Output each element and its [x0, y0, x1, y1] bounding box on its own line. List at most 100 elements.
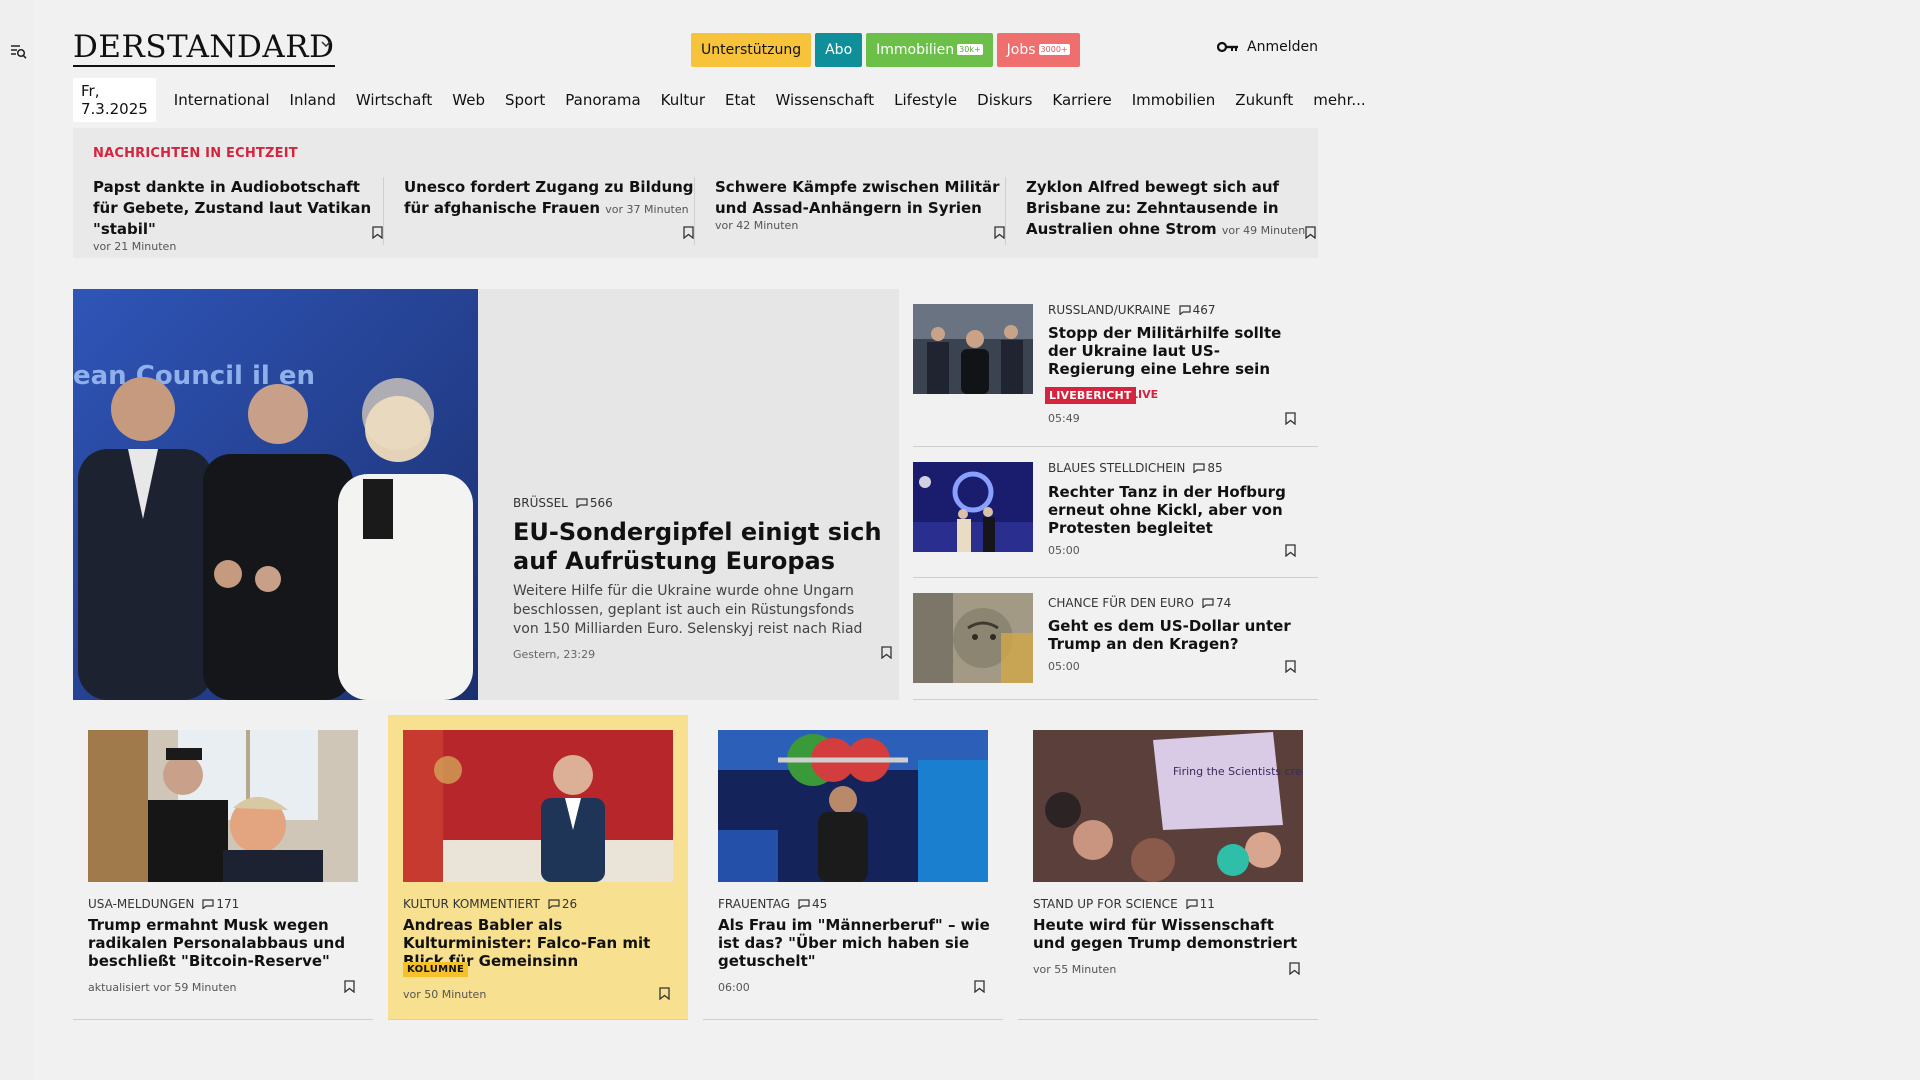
side-title[interactable]: Stopp der Militärhilfe sollte der Ukrain…	[1048, 324, 1303, 378]
side-article-image[interactable]	[913, 593, 1033, 683]
bookmark-icon[interactable]	[881, 646, 892, 659]
key-icon	[1217, 41, 1239, 53]
search-menu-icon[interactable]	[10, 43, 27, 60]
side-article[interactable]: RUSSLAND/UKRAINE 467 Stopp der Militärhil…	[913, 289, 1318, 447]
nav-item-kultur[interactable]: Kultur	[661, 91, 705, 109]
ticker-item[interactable]: Unesco fordert Zugang zu Bildung für afg…	[383, 177, 694, 245]
ticker-headline: Papst dankte in Audiobotschaft für Gebet…	[93, 178, 372, 238]
ticker-headline: Zyklon Alfred bewegt sich auf Brisbane z…	[1026, 178, 1306, 238]
card-image[interactable]	[88, 730, 358, 882]
comment-icon	[1193, 463, 1205, 473]
card-time: aktualisiert vor 59 Minuten	[88, 981, 237, 994]
side-article[interactable]: BLAUES STELLDICHEIN 85 Rechter Tanz in de…	[913, 447, 1318, 578]
ticker-time: vor 49 Minuten	[1221, 224, 1306, 237]
support-button[interactable]: Unterstützung	[691, 33, 812, 67]
nav-item-inland[interactable]: Inland	[290, 91, 336, 109]
card-image[interactable]	[403, 730, 673, 882]
current-date: Fr, 7.3.2025	[73, 78, 156, 122]
bookmark-icon[interactable]	[1285, 544, 1296, 557]
nav-item-sport[interactable]: Sport	[505, 91, 545, 109]
live-indicator: LIVE	[1131, 388, 1159, 401]
comment-icon	[1202, 598, 1214, 608]
card-image[interactable]: Firing the Scientists creates a SHIT STO…	[1033, 730, 1303, 882]
nav-item-etat[interactable]: Etat	[725, 91, 755, 109]
side-time: 05:00	[1048, 660, 1080, 673]
side-comment-count: 74	[1215, 596, 1232, 610]
card-kicker: USA-MELDUNGEN 171	[88, 897, 240, 911]
bookmark-icon[interactable]	[659, 987, 670, 1000]
nav-item-diskurs[interactable]: Diskurs	[977, 91, 1032, 109]
article-card[interactable]: FRAUENTAG 45 Als Frau im "Männerberuf" – …	[703, 715, 1003, 1020]
side-title[interactable]: Rechter Tanz in der Hofburg erneut ohne …	[1048, 483, 1303, 537]
bookmark-icon[interactable]	[372, 226, 383, 239]
nav-item-wirtschaft[interactable]: Wirtschaft	[356, 91, 432, 109]
bookmark-icon[interactable]	[974, 980, 985, 993]
ticker-item[interactable]: Zyklon Alfred bewegt sich auf Brisbane z…	[1005, 177, 1316, 245]
ticker-headline: Schwere Kämpfe zwischen Militär und Assa…	[715, 178, 1000, 217]
nav-item-immobilien[interactable]: Immobilien	[1132, 91, 1216, 109]
abo-button[interactable]: Abo	[815, 33, 863, 67]
immobilien-button[interactable]: Immobilien 30k+	[866, 33, 993, 67]
bookmark-icon[interactable]	[1289, 962, 1300, 975]
hero-image[interactable]: ean Council il en	[73, 289, 478, 700]
section-nav: Fr, 7.3.2025 International Inland Wirtsc…	[73, 78, 1386, 122]
site-logo[interactable]: DERSTANDARD	[73, 30, 335, 67]
side-article[interactable]: CHANCE FÜR DEN EURO 74 Geht es dem US-Dol…	[913, 578, 1318, 700]
side-title[interactable]: Geht es dem US-Dollar unter Trump an den…	[1048, 617, 1303, 653]
side-comment-count: 467	[1192, 303, 1216, 317]
side-article-image[interactable]	[913, 462, 1033, 552]
bookmark-icon[interactable]	[683, 226, 694, 239]
hero-time: Gestern, 23:29	[513, 648, 596, 661]
bookmark-icon[interactable]	[1305, 226, 1316, 239]
jobs-button[interactable]: Jobs 3000+	[996, 33, 1080, 67]
ticker-item[interactable]: Schwere Kämpfe zwischen Militär und Assa…	[694, 177, 1005, 245]
login-label: Anmelden	[1247, 39, 1318, 55]
ticker-item[interactable]: Papst dankte in Audiobotschaft für Gebet…	[93, 177, 383, 253]
article-card[interactable]: KULTUR KOMMENTIERT 26 Andreas Babler als …	[388, 715, 688, 1020]
bookmark-icon[interactable]	[1285, 660, 1296, 673]
card-time: vor 55 Minuten	[1033, 963, 1117, 976]
realtime-news-ticker: NACHRICHTEN IN ECHTZEIT Papst dankte in …	[73, 128, 1318, 258]
nav-item-web[interactable]: Web	[452, 91, 485, 109]
hero-lead: Weitere Hilfe für die Ukraine wurde ohne…	[513, 583, 863, 637]
immobilien-badge: 30k+	[957, 44, 983, 55]
card-title[interactable]: Als Frau im "Männerberuf" – wie ist das?…	[718, 916, 993, 970]
nav-item-lifestyle[interactable]: Lifestyle	[894, 91, 957, 109]
bookmark-icon[interactable]	[1285, 412, 1296, 425]
article-card[interactable]: Firing the Scientists creates a SHIT STO…	[1018, 715, 1318, 1020]
card-comment-count: 26	[561, 897, 578, 911]
jobs-badge: 3000+	[1038, 44, 1070, 55]
bookmark-icon[interactable]	[344, 980, 355, 993]
ticker-time: vor 37 Minuten	[605, 203, 689, 216]
immobilien-label: Immobilien	[876, 42, 955, 58]
hero-article[interactable]: ean Council il en BRÜSSEL 566 EU-Sondergi…	[73, 289, 899, 700]
hero-comment-count: 566	[589, 496, 613, 510]
comment-icon	[576, 498, 588, 508]
card-title[interactable]: Trump ermahnt Musk wegen radikalen Perso…	[88, 916, 363, 970]
card-comment-count: 11	[1199, 897, 1215, 911]
ticker-time: vor 42 Minuten	[715, 219, 799, 232]
card-title[interactable]: Heute wird für Wissenschaft und gegen Tr…	[1033, 916, 1308, 952]
nav-item-mehr[interactable]: mehr...	[1313, 91, 1365, 109]
article-card[interactable]: USA-MELDUNGEN 171 Trump ermahnt Musk wege…	[73, 715, 373, 1020]
hero-title[interactable]: EU-Sondergipfel einigt sich auf Aufrüstu…	[513, 518, 883, 576]
nav-item-karriere[interactable]: Karriere	[1052, 91, 1111, 109]
side-comment-count: 85	[1207, 461, 1223, 475]
comment-icon	[548, 899, 560, 909]
nav-item-international[interactable]: International	[174, 91, 270, 109]
chevron-down-icon[interactable]	[321, 41, 331, 47]
side-article-image[interactable]	[913, 304, 1033, 394]
side-time: 05:00	[1048, 544, 1080, 557]
ticker-time: vor 21 Minuten	[93, 240, 177, 253]
nav-item-zukunft[interactable]: Zukunft	[1235, 91, 1293, 109]
sign-text: Firing the Scientists creates a SHIT STO…	[1173, 765, 1303, 778]
card-time: 06:00	[718, 981, 750, 994]
nav-item-wissenschaft[interactable]: Wissenschaft	[775, 91, 874, 109]
bookmark-icon[interactable]	[994, 226, 1005, 239]
nav-item-panorama[interactable]: Panorama	[565, 91, 640, 109]
login-button[interactable]: Anmelden	[1217, 39, 1318, 55]
comment-icon	[798, 899, 810, 909]
header-pills: Unterstützung Abo Immobilien 30k+ Jobs 300…	[691, 33, 1080, 67]
card-image[interactable]	[718, 730, 988, 882]
side-kicker: BLAUES STELLDICHEIN 85	[1048, 461, 1223, 475]
